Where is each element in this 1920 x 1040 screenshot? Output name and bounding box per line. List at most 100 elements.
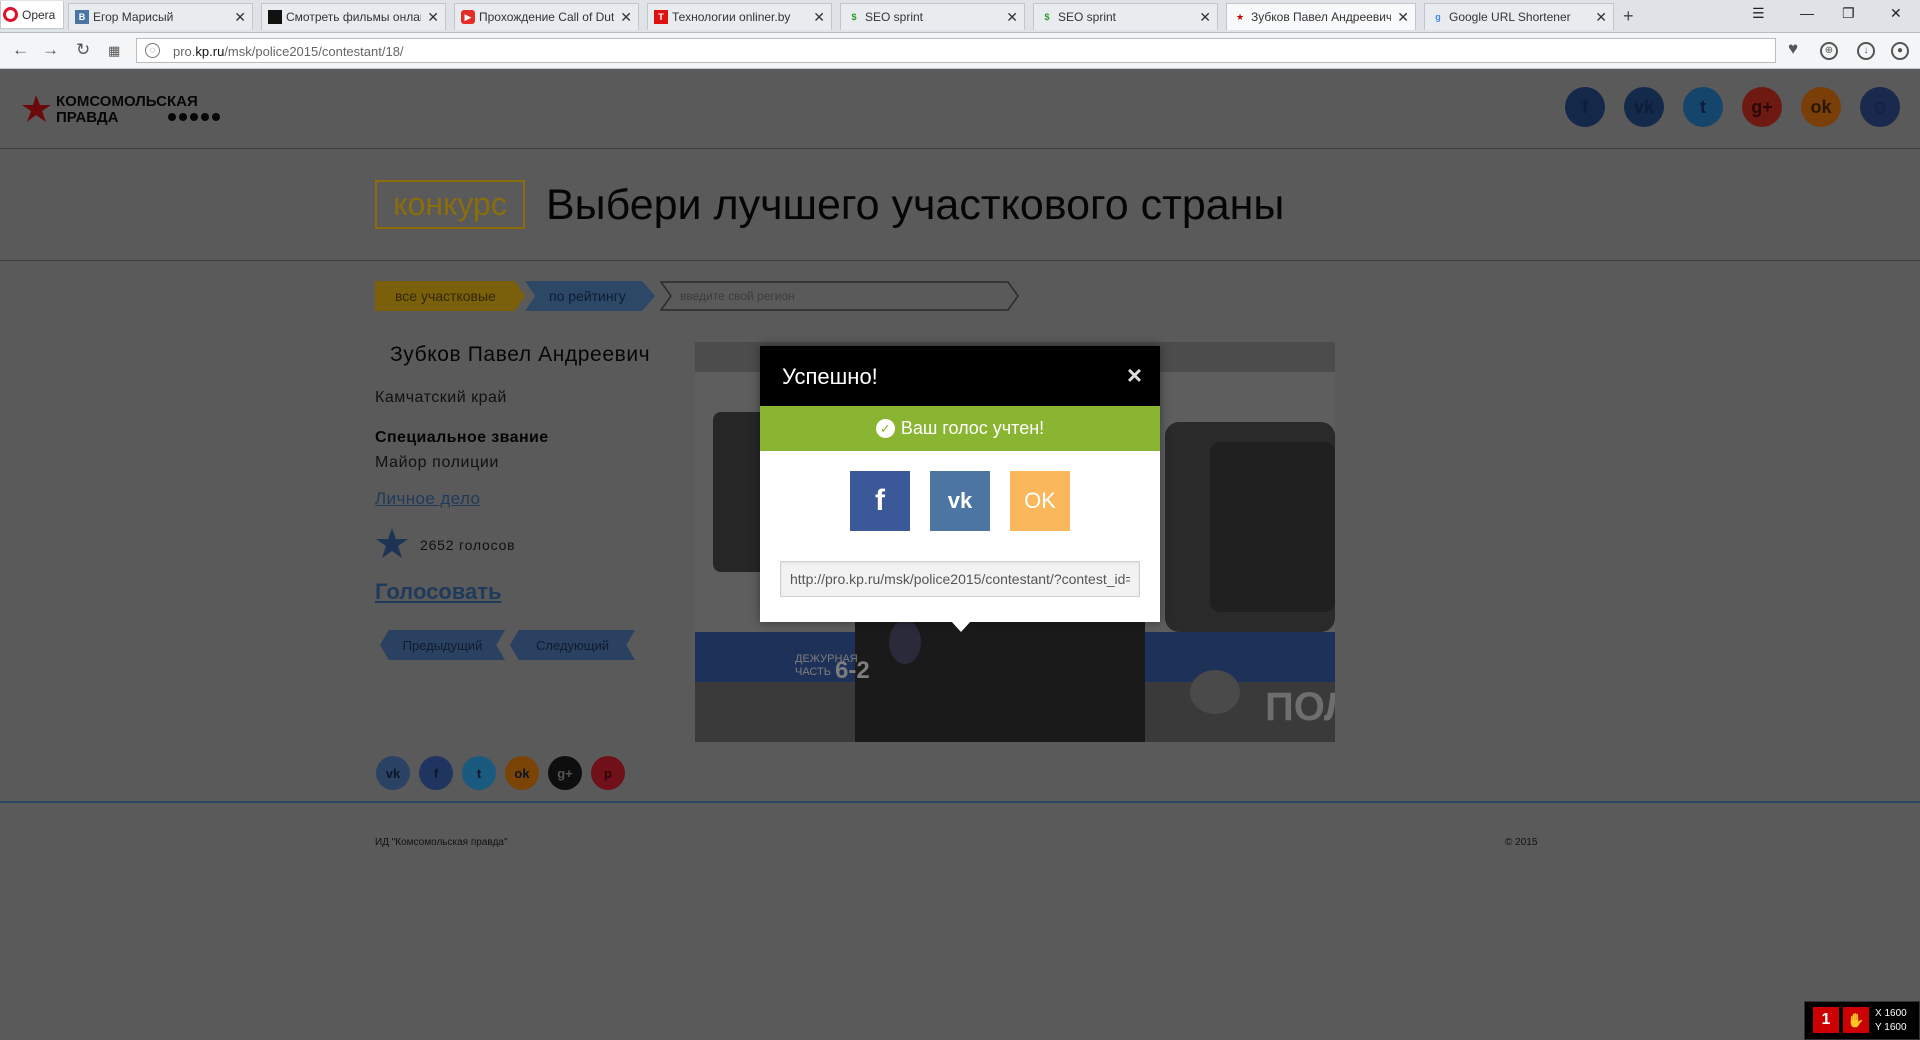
modal-share-vk-button[interactable]: vk: [930, 471, 990, 531]
download-icon[interactable]: ↓: [1857, 42, 1875, 60]
widget-coordinates: X 1600 Y 1600: [1875, 1008, 1907, 1033]
new-tab-plus-icon[interactable]: +: [1623, 6, 1634, 27]
vote-button[interactable]: Голосовать: [375, 579, 502, 605]
modal-close-icon[interactable]: ×: [1127, 362, 1142, 388]
tab-close-icon[interactable]: ✕: [1397, 9, 1409, 26]
share-facebook-icon[interactable]: f: [419, 756, 453, 790]
tab-bar: Opera B Егор Марисый ✕ Смотреть фильмы о…: [0, 0, 1920, 33]
film-favicon-icon: [268, 10, 282, 24]
tab-close-icon[interactable]: ✕: [1595, 9, 1607, 26]
reload-icon[interactable]: ↻: [76, 40, 90, 60]
region-search-input[interactable]: введите свой регион: [660, 281, 1020, 311]
back-arrow-icon[interactable]: ←: [12, 40, 29, 60]
widget-badge-1: 1: [1813, 1007, 1839, 1033]
seo-sprint-favicon-icon: $: [851, 12, 857, 22]
tab-close-icon[interactable]: ✕: [813, 9, 825, 26]
hand-icon: ✋: [1843, 1007, 1869, 1033]
coordinate-widget: 1 ✋ X 1600 Y 1600: [1804, 1001, 1920, 1040]
tab-close-icon[interactable]: ✕: [620, 9, 632, 26]
votes-star-icon: [376, 528, 408, 558]
vote-success-modal: Успешно! × ✓ Ваш голос учтен! f vk OK: [760, 346, 1160, 622]
rank-label: Специальное звание: [375, 429, 549, 446]
tab-films[interactable]: Смотреть фильмы онлайн ✕: [261, 3, 446, 30]
dossier-link[interactable]: Личное дело: [375, 489, 480, 509]
footer-divider: [0, 801, 1920, 803]
contestant-name: Зубков Павел Андреевич: [390, 343, 651, 366]
opera-menu-label: Opera: [22, 7, 56, 22]
header-odnoklassniki-icon[interactable]: ok: [1801, 87, 1841, 127]
tab-onliner[interactable]: T Технологии onliner.by ✕: [647, 3, 832, 30]
url-text[interactable]: pro.kp.ru/msk/police2015/contestant/18/: [173, 44, 404, 59]
share-google-plus-icon[interactable]: g+: [548, 756, 582, 790]
tab-seo-sprint-1[interactable]: $ SEO sprint ✕: [840, 3, 1025, 30]
svg-text:6-2: 6-2: [835, 657, 870, 684]
tab-google-shortener[interactable]: g Google URL Shortener ✕: [1424, 3, 1614, 30]
contest-tag: конкурс: [375, 180, 525, 229]
modal-header: Успешно! ×: [760, 346, 1160, 406]
check-circle-icon: ✓: [875, 419, 895, 438]
share-vk-icon[interactable]: vk: [376, 756, 410, 790]
seo-sprint-favicon-icon: $: [1044, 12, 1050, 22]
modal-pointer-arrow: [951, 621, 971, 632]
votes-count: 2652 голосов: [420, 537, 516, 553]
modal-share-facebook-button[interactable]: f: [850, 471, 910, 531]
opera-menu-button[interactable]: Opera: [0, 1, 64, 29]
footer-publisher: ИД "Комсомольская правда": [375, 837, 508, 848]
svg-text:ПРАВДА: ПРАВДА: [56, 109, 119, 126]
filter-by-rating[interactable]: по рейтингу: [525, 281, 655, 311]
modal-title: Успешно!: [782, 364, 878, 389]
tab-seo-sprint-2[interactable]: $ SEO sprint ✕: [1033, 3, 1218, 30]
next-contestant-button[interactable]: Следующий: [510, 630, 635, 660]
account-icon[interactable]: ●: [1891, 42, 1909, 60]
tab-close-icon[interactable]: ✕: [1199, 9, 1211, 26]
contest-title-bar: конкурс Выбери лучшего участкового стран…: [0, 149, 1920, 261]
modal-share-ok-button[interactable]: OK: [1010, 471, 1070, 531]
header-twitter-icon[interactable]: t: [1683, 87, 1723, 127]
restore-icon[interactable]: ❐: [1842, 5, 1855, 22]
header-facebook-icon[interactable]: f: [1565, 87, 1605, 127]
tab-close-icon[interactable]: ✕: [234, 9, 246, 26]
google-favicon-icon: g: [1435, 12, 1441, 22]
share-odnoklassniki-icon[interactable]: ok: [505, 756, 539, 790]
contestant-region: Камчатский край: [375, 389, 507, 406]
share-twitter-icon[interactable]: t: [462, 756, 496, 790]
vote-counted-text: Ваш голос учтен!: [900, 418, 1045, 438]
short-url-field[interactable]: [780, 561, 1140, 597]
share-pinterest-icon[interactable]: p: [591, 756, 625, 790]
svg-text:ПОЛ: ПОЛ: [1265, 685, 1335, 729]
header-smile-icon[interactable]: ☺: [1860, 87, 1900, 127]
previous-contestant-button[interactable]: Предыдущий: [380, 630, 505, 660]
filter-all-contestants[interactable]: все участковые: [375, 281, 525, 311]
onliner-favicon-icon: T: [654, 10, 668, 24]
kp-logo[interactable]: КОМСОМОЛЬСКАЯ ПРАВДА: [22, 91, 252, 127]
window-close-icon[interactable]: ✕: [1890, 5, 1902, 22]
globe-vpn-icon[interactable]: ⊕: [1820, 42, 1838, 60]
tab-vk[interactable]: B Егор Марисый ✕: [68, 3, 253, 30]
minimize-icon[interactable]: —: [1800, 5, 1814, 21]
tab-kp-active[interactable]: ★ Зубков Павел Андреевич ✕: [1226, 3, 1416, 30]
svg-text:ЧАСТЬ: ЧАСТЬ: [795, 666, 831, 678]
vote-counted-banner: ✓ Ваш голос учтен!: [760, 406, 1160, 451]
tab-close-icon[interactable]: ✕: [427, 9, 439, 26]
heart-bookmark-icon[interactable]: ♥: [1784, 40, 1802, 60]
footer-copyright: © 2015: [1505, 837, 1538, 848]
opera-logo-icon: [3, 7, 18, 22]
header-vk-icon[interactable]: vk: [1624, 87, 1664, 127]
svg-text:КОМСОМОЛЬСКАЯ: КОМСОМОЛЬСКАЯ: [56, 93, 198, 110]
forward-arrow-icon[interactable]: →: [42, 40, 59, 60]
kp-star-favicon-icon: ★: [1235, 12, 1245, 22]
vk-favicon-icon: B: [75, 10, 89, 24]
page-title: Выбери лучшего участкового страны: [546, 181, 1285, 229]
header-google-plus-icon[interactable]: g+: [1742, 87, 1782, 127]
site-header: КОМСОМОЛЬСКАЯ ПРАВДА f vk t g+ ok ☺: [0, 69, 1920, 149]
tab-close-icon[interactable]: ✕: [1006, 9, 1018, 26]
tab-menu-icon[interactable]: ☰: [1752, 5, 1765, 22]
speed-dial-grid-icon[interactable]: ▦: [108, 43, 120, 59]
url-field[interactable]: ◌ pro.kp.ru/msk/police2015/contestant/18…: [136, 38, 1776, 63]
address-bar: ← → ↻ ▦ ◌ pro.kp.ru/msk/police2015/conte…: [0, 33, 1920, 69]
region-placeholder: введите свой регион: [680, 289, 795, 303]
rank-value: Майор полиции: [375, 454, 499, 471]
site-info-globe-icon[interactable]: ◌: [145, 43, 160, 58]
youtube-favicon-icon: ▶: [461, 10, 475, 24]
tab-youtube[interactable]: ▶ Прохождение Call of Duty ✕: [454, 3, 639, 30]
